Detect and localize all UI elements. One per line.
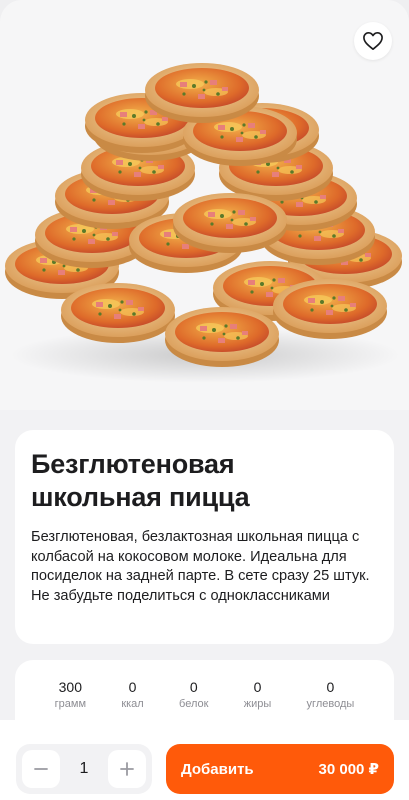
nutrition-value: 0 [189, 679, 198, 695]
nutrition-fat: 0 жиры [244, 678, 272, 720]
product-title-line-2: школьная пицца [31, 482, 250, 512]
nutrition-value: 300 [58, 679, 82, 695]
add-to-cart-button[interactable]: Добавить 30 000 ₽ [166, 744, 394, 794]
nutrition-calories: 0 ккал [121, 678, 143, 720]
product-title-line-1: Безглютеновая [31, 449, 235, 479]
price-label: 30 000 ₽ [318, 761, 379, 778]
nutrition-value: 0 [128, 679, 137, 695]
product-sheet: Безглютеновая школьная пицца Безглютенов… [0, 0, 409, 720]
nutrition-label: грамм [54, 698, 87, 710]
add-to-cart-label: Добавить [181, 760, 254, 778]
nutrition-weight: 300 грамм [55, 678, 86, 720]
pizza-pile-illustration [5, 63, 402, 383]
bottom-cart-bar: 1 Добавить 30 000 ₽ [0, 720, 409, 800]
decrease-quantity-button[interactable] [22, 750, 60, 788]
nutrition-label: жиры [243, 698, 272, 710]
minus-icon [34, 768, 48, 770]
favorite-button[interactable] [354, 22, 392, 60]
heart-icon [363, 32, 383, 50]
increase-quantity-button[interactable] [108, 750, 146, 788]
quantity-stepper: 1 [16, 744, 152, 794]
nutrition-label: ккал [121, 698, 144, 710]
plus-icon [120, 762, 134, 776]
nutrition-facts: 300 грамм 0 ккал 0 белок 0 жиры 0 углево… [15, 660, 394, 720]
nutrition-label: белок [179, 698, 209, 710]
nutrition-protein: 0 белок [179, 678, 208, 720]
product-title: Безглютеновая школьная пицца [31, 448, 378, 514]
product-info-card: Безглютеновая школьная пицца Безглютенов… [15, 430, 394, 644]
nutrition-label: углеводы [306, 698, 355, 710]
nutrition-value: 0 [326, 679, 335, 695]
nutrition-carbs: 0 углеводы [307, 678, 355, 720]
product-description: Безглютеновая, безлактозная школьная пиц… [31, 529, 370, 604]
quantity-value: 1 [79, 760, 89, 777]
nutrition-value: 0 [253, 679, 262, 695]
product-image [0, 0, 409, 410]
